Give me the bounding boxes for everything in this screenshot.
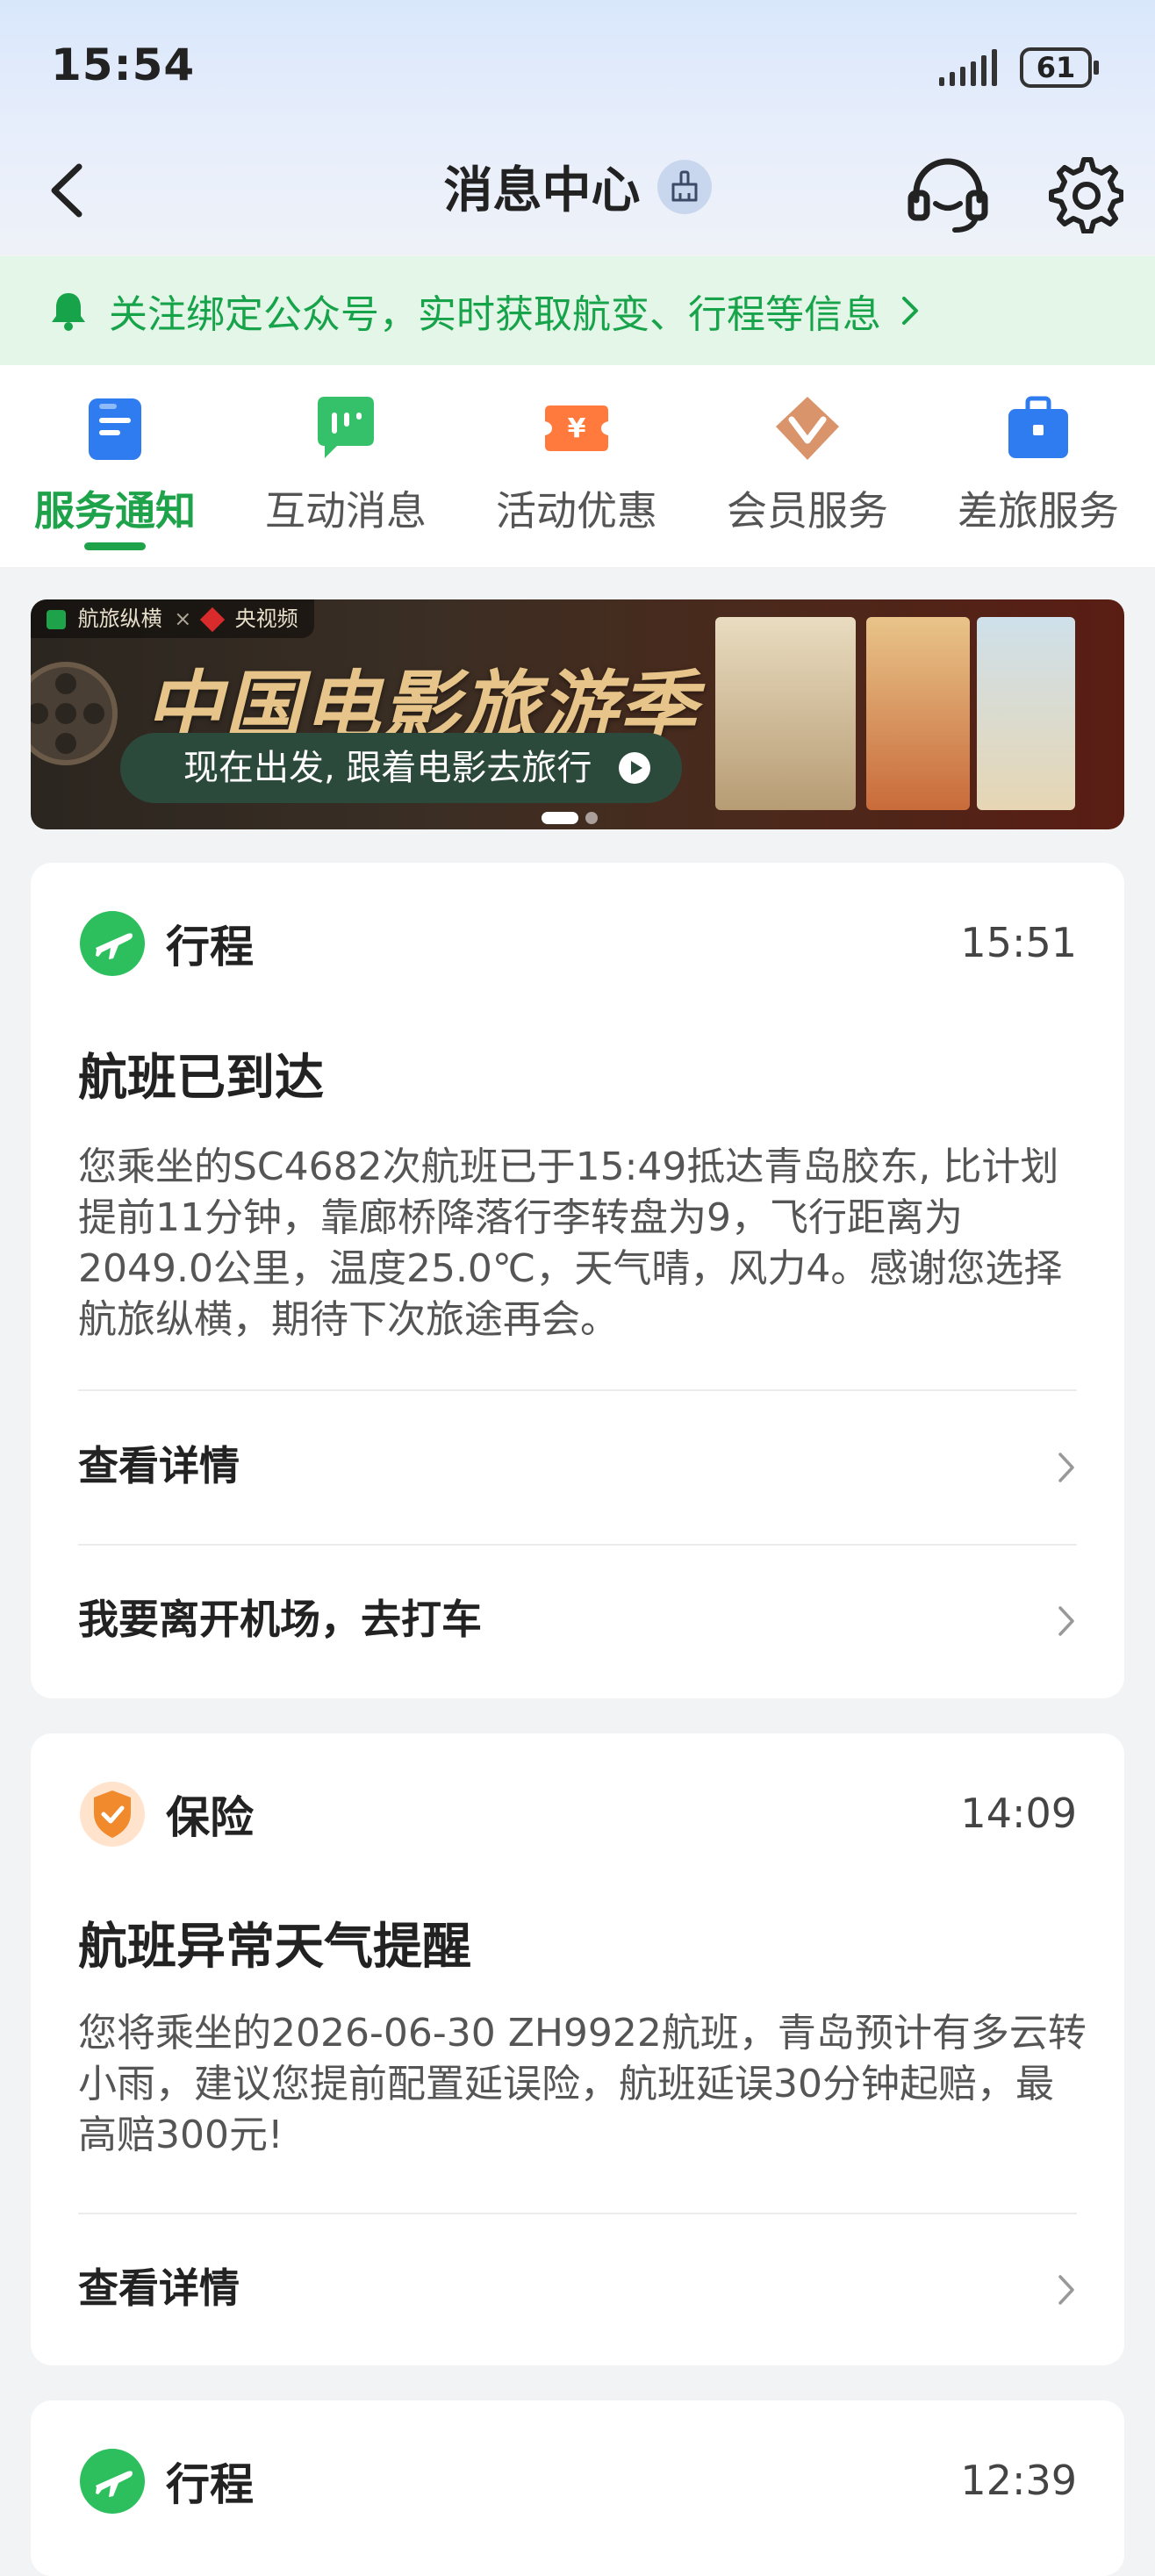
card-time: 12:39 [960,2457,1077,2504]
promo-source-sep: × [174,606,192,631]
movie-poster [715,617,856,810]
card-time: 14:09 [960,1790,1077,1837]
status-bar: 15:54 61 [0,0,1155,132]
battery-level: 61 [1036,51,1076,84]
divider [78,2213,1077,2214]
follow-account-banner[interactable]: 关注绑定公众号，实时获取航变、行程等信息 [0,256,1155,365]
signal-icon [939,49,997,86]
tab-label: 活动优惠 [496,487,657,535]
airplane-icon [80,2449,145,2514]
app-logo-icon [47,610,66,629]
card-category: 行程 [166,922,254,972]
tab-label: 互动消息 [265,487,427,535]
coupon-icon: ¥ [545,405,608,451]
svg-text:¥: ¥ [568,413,586,444]
follow-banner-text: 关注绑定公众号，实时获取航变、行程等信息 [109,292,881,337]
promo-source-right: 央视频 [234,606,298,631]
card-category: 保险 [166,1792,254,1843]
member-gem-icon [776,397,839,460]
tab-promotions[interactable]: ¥ 活动优惠 [471,393,682,537]
view-details-link[interactable]: 查看详情 [78,1431,1077,1501]
tab-service-notice[interactable]: 服务通知 [10,393,220,537]
message-card-trip[interactable]: 行程 12:39 [31,2400,1124,2576]
movie-poster [977,617,1075,810]
card-header: 行程 [78,908,254,979]
clear-broom-icon[interactable] [656,159,712,214]
view-details-link[interactable]: 查看详情 [78,2253,1077,2323]
play-icon [619,752,650,784]
divider [78,1389,1077,1391]
chevron-right-icon [1058,1606,1074,1636]
card-body: 您将乘坐的2026-06-30 ZH9922航班，青岛预计有多云转小雨，建议您提… [78,2011,1087,2157]
status-time: 15:54 [51,39,196,90]
page-title: 消息中心 [443,162,641,219]
carousel-dot [585,811,598,824]
card-header: 行程 [78,2446,254,2516]
film-reel-icon [31,662,118,765]
tab-business-travel[interactable]: 差旅服务 [933,393,1144,537]
chat-message-icon [318,397,374,458]
tab-member-service[interactable]: 会员服务 [702,393,913,537]
card-body: 您乘坐的SC4682次航班已于15:49抵达青岛胶东, 比计划提前11分钟，靠廊… [78,1144,1063,1342]
active-tab-indicator [84,542,146,550]
card-header: 保险 [78,1779,254,1849]
action-label: 查看详情 [78,2264,240,2312]
partner-logo-icon [199,606,226,633]
action-label: 我要离开机场，去打车 [78,1596,482,1643]
tab-label: 服务通知 [34,487,196,535]
promo-banner[interactable]: 航旅纵横 × 央视频 中国电影旅游季 现在出发, 跟着电影去旅行 [31,599,1124,829]
promo-cta-label: 现在出发, 跟着电影去旅行 [183,748,592,788]
nav-bar: 消息中心 [0,140,1155,237]
service-notice-icon [89,398,141,460]
card-title: 航班异常天气提醒 [78,1919,471,1976]
action-label: 查看详情 [78,1442,240,1489]
divider [78,1544,1077,1546]
tab-label: 差旅服务 [958,487,1119,535]
take-taxi-link[interactable]: 我要离开机场，去打车 [78,1584,1077,1654]
tab-interactive-message[interactable]: 互动消息 [240,393,451,537]
movie-poster [866,617,970,810]
bell-icon [52,293,85,331]
battery-icon: 61 [1020,46,1101,90]
chevron-right-icon [1058,2275,1074,2305]
settings-gear-icon[interactable] [1044,154,1123,233]
briefcase-icon [1008,396,1068,458]
category-tabs: 服务通知 互动消息 ¥ 活动优惠 会员服务 差旅服务 [0,365,1155,567]
card-category: 行程 [166,2459,254,2510]
customer-service-icon[interactable] [904,154,992,233]
carousel-indicator [542,808,605,825]
shield-check-icon [80,1782,145,1847]
promo-source-tag: 航旅纵横 × 央视频 [31,599,314,638]
tab-label: 会员服务 [727,487,888,535]
carousel-dot-active [542,811,578,824]
card-time: 15:51 [960,919,1077,966]
promo-cta-button[interactable]: 现在出发, 跟着电影去旅行 [120,733,682,803]
airplane-icon [80,911,145,976]
promo-source-left: 航旅纵横 [77,606,162,631]
message-card-trip[interactable]: 行程 15:51 航班已到达 您乘坐的SC4682次航班已于15:49抵达青岛胶… [31,863,1124,1698]
chevron-right-icon [1058,1453,1074,1482]
chevron-right-icon [902,297,918,325]
message-card-insurance[interactable]: 保险 14:09 航班异常天气提醒 您将乘坐的2026-06-30 ZH9922… [31,1733,1124,2365]
card-title: 航班已到达 [78,1050,324,1107]
